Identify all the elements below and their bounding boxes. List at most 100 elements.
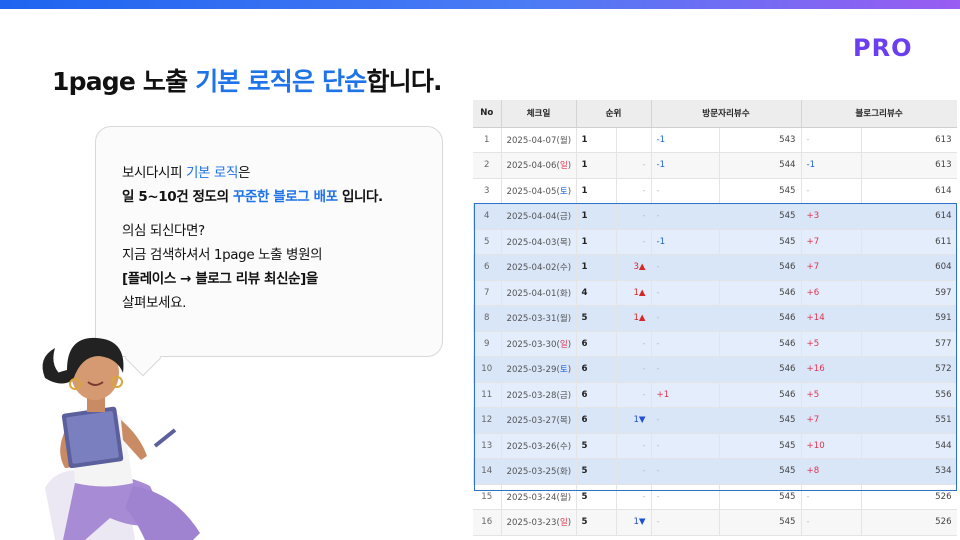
cell-rank: 5: [576, 458, 617, 485]
cell-blog-delta: +8: [801, 458, 862, 485]
cell-date: 2025-04-04(금): [501, 203, 577, 230]
cell-rank: 4: [576, 280, 617, 306]
pro-logo: PRO: [853, 34, 913, 62]
cell-no: 7: [473, 280, 502, 306]
cell-blog-count: 604: [861, 254, 957, 281]
cell-visitor-count: 544: [719, 152, 802, 179]
cell-rank: 6: [576, 407, 617, 434]
cell-rank: 6: [576, 382, 617, 408]
cell-no: 4: [473, 203, 502, 230]
table-row: 6 2025-04-02(수) 1 3▲ -546 +7 604: [473, 254, 957, 281]
cell-rank: 1: [576, 254, 617, 281]
cell-rank-change: -: [616, 203, 652, 230]
cell-visitor-delta: -: [651, 458, 720, 485]
cell-rank: 1: [576, 229, 617, 255]
cell-rank-change: -: [616, 458, 652, 485]
cell-visitor-delta: -: [651, 305, 720, 332]
cell-blog-count: 526: [861, 484, 957, 510]
bubble-line-6: 살펴보세요.: [122, 295, 186, 311]
cell-visitor-count: 545: [719, 458, 802, 485]
cell-rank: 5: [576, 484, 617, 510]
cell-date: 2025-03-30(일): [501, 331, 577, 357]
cell-no: 12: [473, 407, 502, 434]
table-row: 9 2025-03-30(일) 6- -546 +5 577: [473, 331, 957, 357]
cell-blog-delta: +10: [801, 433, 862, 459]
bubble-line-2: 일 5~10건 정도의 꾸준한 블로그 배포 입니다.: [122, 189, 383, 205]
bubble-line-4: 지금 검색하셔서 1page 노출 병원의: [122, 247, 323, 263]
cell-visitor-delta: -: [651, 203, 720, 230]
bubble-line-5: [플레이스 → 블로그 리뷰 최신순]을: [122, 271, 318, 287]
cell-blog-count: 556: [861, 382, 957, 408]
cell-no: 2: [473, 152, 502, 179]
cell-rank-change: [616, 127, 652, 153]
cell-blog-count: 611: [861, 229, 957, 255]
cell-blog-count: 572: [861, 356, 957, 383]
cell-no: 8: [473, 305, 502, 332]
cell-blog-count: 613: [861, 152, 957, 179]
cell-visitor-count: 545: [719, 229, 802, 255]
cell-rank-change: 1▲: [616, 305, 652, 332]
cell-rank-change: -: [616, 484, 652, 510]
table-row: 16 2025-03-23(일) 5 1▼ -545-526: [473, 509, 957, 536]
cell-visitor-delta: -: [651, 433, 720, 459]
cell-visitor-count: 545: [719, 509, 802, 536]
cell-blog-count: 551: [861, 407, 957, 434]
cell-date: 2025-04-05(토): [501, 178, 577, 204]
cell-rank-change: 1▲: [616, 280, 652, 306]
speech-bubble-text: 보시다시피 기본 로직은 일 5~10건 정도의 꾸준한 블로그 배포 입니다.…: [122, 161, 383, 315]
title-part-1: 1page 노출: [52, 67, 196, 96]
cell-blog-delta: -: [801, 178, 862, 204]
cell-visitor-delta: -: [651, 178, 720, 204]
cell-no: 9: [473, 331, 502, 357]
cell-rank-change: 1▼: [616, 407, 652, 434]
cell-visitor-delta: -: [651, 407, 720, 434]
cell-date: 2025-04-01(화): [501, 280, 577, 306]
bubble-line-3: 의심 되신다면?: [122, 223, 205, 239]
table-row: 8 2025-03-31(월) 5 1▲ -546 +14 591: [473, 305, 957, 332]
cell-blog-delta: +7: [801, 229, 862, 255]
cell-rank-change: 3▲: [616, 254, 652, 281]
cell-rank-change: -: [616, 152, 652, 179]
table-row: 12 2025-03-27(목) 6 1▼ -545 +7 551: [473, 407, 957, 434]
cell-visitor-count: 545: [719, 178, 802, 204]
cell-visitor-delta: -1: [651, 152, 720, 179]
cell-blog-delta: +14: [801, 305, 862, 332]
col-header-rank: 순위: [576, 100, 652, 128]
cell-visitor-delta: -1: [651, 229, 720, 255]
col-header-no: No: [473, 100, 502, 128]
table-row: 15 2025-03-24(월) 5- -545-526: [473, 484, 957, 510]
cell-visitor-count: 546: [719, 305, 802, 332]
cell-rank-change: 1▼: [616, 509, 652, 536]
cell-rank: 1: [576, 178, 617, 204]
cell-rank-change: -: [616, 331, 652, 357]
cell-rank: 1: [576, 127, 617, 153]
table-row: 5 2025-04-03(목) 1- -1 545 +7 611: [473, 229, 957, 255]
page-title: 1page 노출 기본 로직은 단순합니다.: [52, 62, 443, 98]
cell-no: 16: [473, 509, 502, 536]
cell-visitor-count: 543: [719, 127, 802, 153]
cell-visitor-delta: -: [651, 356, 720, 383]
cell-blog-delta: -: [801, 509, 862, 536]
cell-no: 15: [473, 484, 502, 510]
cell-date: 2025-03-31(월): [501, 305, 577, 332]
cell-visitor-count: 545: [719, 203, 802, 230]
cell-blog-delta: +7: [801, 407, 862, 434]
cell-visitor-count: 546: [719, 254, 802, 281]
cell-rank: 5: [576, 433, 617, 459]
cell-blog-delta: +6: [801, 280, 862, 306]
cell-blog-delta: +5: [801, 382, 862, 408]
cell-visitor-count: 545: [719, 484, 802, 510]
cell-rank-change: -: [616, 382, 652, 408]
cell-blog-count: 614: [861, 203, 957, 230]
cell-blog-count: 577: [861, 331, 957, 357]
cell-visitor-delta: -: [651, 509, 720, 536]
cell-no: 3: [473, 178, 502, 204]
cell-no: 10: [473, 356, 502, 383]
cell-no: 6: [473, 254, 502, 281]
cell-visitor-delta: +1: [651, 382, 720, 408]
cell-date: 2025-04-03(목): [501, 229, 577, 255]
cell-no: 13: [473, 433, 502, 459]
col-header-date: 체크일: [501, 100, 577, 128]
cell-date: 2025-03-28(금): [501, 382, 577, 408]
table-row: 4 2025-04-04(금) 1- -545 +3 614: [473, 203, 957, 230]
